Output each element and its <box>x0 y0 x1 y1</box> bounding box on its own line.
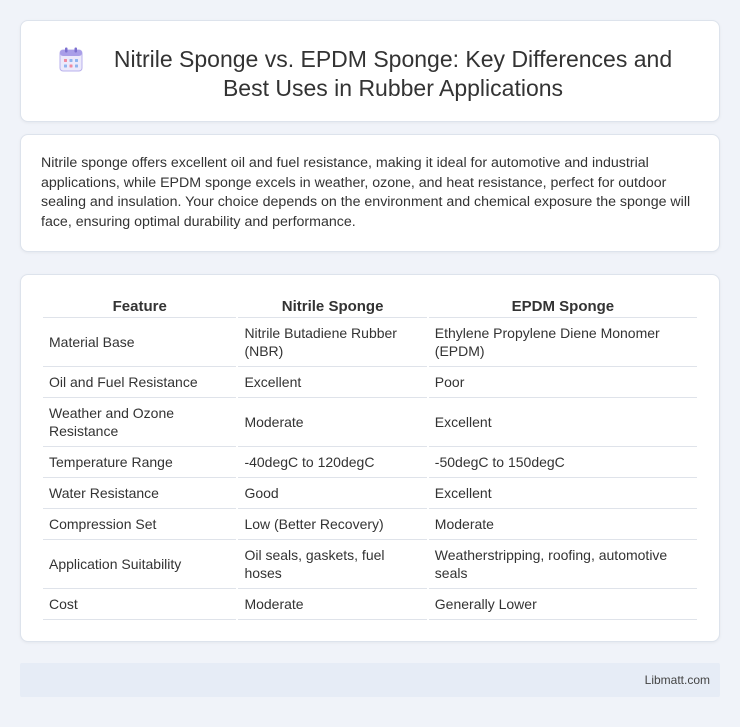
table-cell: Oil and Fuel Resistance <box>43 367 237 398</box>
table-cell: Oil seals, gaskets, fuel hoses <box>238 540 427 589</box>
table-row: Material Base Nitrile Butadiene Rubber (… <box>43 318 697 367</box>
table-cell: -50degC to 150degC <box>428 447 697 478</box>
calendar-icon <box>57 46 85 74</box>
table-row: Application Suitability Oil seals, gaske… <box>43 540 697 589</box>
table-cell: Compression Set <box>43 509 237 540</box>
comparison-table: Feature Nitrile Sponge EPDM Sponge Mater… <box>41 295 699 620</box>
title-card: Nitrile Sponge vs. EPDM Sponge: Key Diff… <box>20 20 720 122</box>
table-row: Water Resistance Good Excellent <box>43 478 697 509</box>
table-cell: Generally Lower <box>428 589 697 620</box>
comparison-card: Feature Nitrile Sponge EPDM Sponge Mater… <box>20 274 720 642</box>
table-cell: Ethylene Propylene Diene Monomer (EPDM) <box>428 318 697 367</box>
table-cell: Material Base <box>43 318 237 367</box>
table-row: Oil and Fuel Resistance Excellent Poor <box>43 367 697 398</box>
table-cell: Low (Better Recovery) <box>238 509 427 540</box>
footer-site-link[interactable]: Libmatt.com <box>645 673 710 687</box>
table-cell: Application Suitability <box>43 540 237 589</box>
table-cell: Cost <box>43 589 237 620</box>
page-title: Nitrile Sponge vs. EPDM Sponge: Key Diff… <box>113 46 673 101</box>
table-cell: Moderate <box>428 509 697 540</box>
header-epdm: EPDM Sponge <box>428 295 697 318</box>
table-cell: Temperature Range <box>43 447 237 478</box>
table-cell: Excellent <box>428 478 697 509</box>
header-feature: Feature <box>43 295 237 318</box>
table-cell: Nitrile Butadiene Rubber (NBR) <box>238 318 427 367</box>
table-cell: Excellent <box>428 398 697 447</box>
table-cell: Moderate <box>238 398 427 447</box>
table-cell: Water Resistance <box>43 478 237 509</box>
table-cell: Weather and Ozone Resistance <box>43 398 237 447</box>
summary-card: Nitrile sponge offers excellent oil and … <box>20 134 720 252</box>
table-cell: Excellent <box>238 367 427 398</box>
table-cell: Poor <box>428 367 697 398</box>
table-cell: Good <box>238 478 427 509</box>
table-row: Temperature Range -40degC to 120degC -50… <box>43 447 697 478</box>
footer-bar: Libmatt.com <box>20 663 720 697</box>
table-row: Cost Moderate Generally Lower <box>43 589 697 620</box>
header-nitrile: Nitrile Sponge <box>238 295 427 318</box>
summary-text: Nitrile sponge offers excellent oil and … <box>41 155 691 230</box>
table-header-row: Feature Nitrile Sponge EPDM Sponge <box>43 295 697 318</box>
table-row: Compression Set Low (Better Recovery) Mo… <box>43 509 697 540</box>
table-cell: Weatherstripping, roofing, automotive se… <box>428 540 697 589</box>
table-cell: -40degC to 120degC <box>238 447 427 478</box>
table-row: Weather and Ozone Resistance Moderate Ex… <box>43 398 697 447</box>
table-cell: Moderate <box>238 589 427 620</box>
